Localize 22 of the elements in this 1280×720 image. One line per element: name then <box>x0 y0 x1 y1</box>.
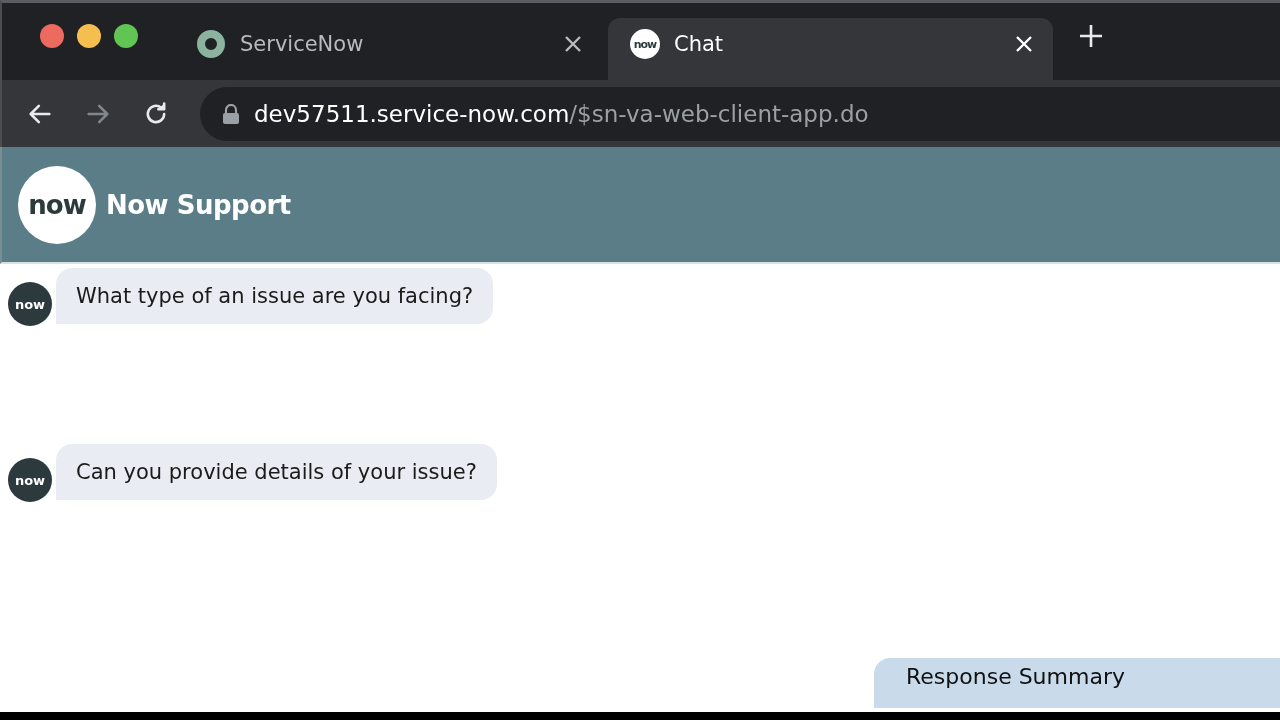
bot-avatar: now <box>8 282 52 326</box>
chat-message: What type of an issue are you facing? <box>56 268 494 324</box>
url-path: /$sn-va-web-client-app.do <box>569 100 869 127</box>
response-summary-message: Response Summary <box>874 658 1280 708</box>
address-bar[interactable]: dev57511.service-now.com/$sn-va-web-client-app.do <box>200 86 1280 141</box>
chat-favicon: now <box>630 29 660 59</box>
tab-title: ServiceNow <box>240 32 365 56</box>
new-tab-icon[interactable] <box>1079 23 1103 48</box>
browser-tab[interactable]: ServiceNow <box>182 18 602 80</box>
logo: now <box>18 165 96 244</box>
lock-icon <box>222 103 240 124</box>
window-control[interactable] <box>114 23 138 48</box>
ring-icon <box>196 29 226 59</box>
window-control[interactable] <box>77 23 101 48</box>
url-host: dev57511.service-now.com <box>254 100 570 127</box>
close-icon[interactable] <box>564 35 582 53</box>
bot-avatar: now <box>8 458 52 502</box>
chat-message: Can you provide details of your issue? <box>56 444 497 500</box>
chat-title: Now Support <box>106 189 291 220</box>
window-control[interactable] <box>40 23 64 48</box>
browser-tab[interactable]: now Chat <box>608 18 1053 80</box>
tab-title: Chat <box>674 32 725 56</box>
